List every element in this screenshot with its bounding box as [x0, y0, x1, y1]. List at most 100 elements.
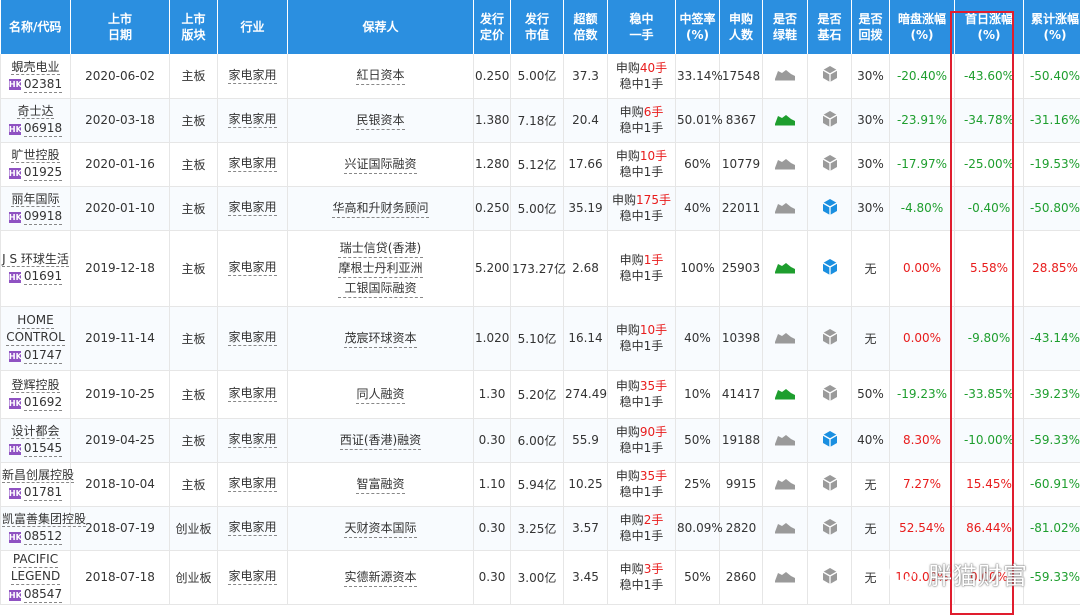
industry-link[interactable]: 家电家用 — [228, 112, 277, 128]
industry-cell[interactable]: 家电家用 — [217, 54, 288, 99]
industry-link[interactable]: 家电家用 — [228, 68, 277, 84]
industry-cell[interactable]: 家电家用 — [217, 306, 288, 371]
stock-code[interactable]: HK 01747 — [8, 348, 63, 364]
stock-name[interactable]: 蜆壳电业 — [2, 59, 69, 75]
stock-name-text[interactable]: 奇士达 — [17, 104, 54, 119]
industry-cell[interactable]: 家电家用 — [217, 550, 288, 605]
stock-code-number[interactable]: 08547 — [23, 587, 63, 603]
stock-name-text[interactable]: 凯富善集团控股 — [2, 512, 87, 527]
table-row[interactable]: HOME CONTROL HK 01747 2019-11-14 主板 家电家用 茂宸环球资本… — [0, 306, 1080, 371]
industry-cell[interactable]: 家电家用 — [217, 370, 288, 419]
stock-name-cell[interactable]: 蜆壳电业 HK 02381 — [0, 54, 71, 99]
stock-name-text[interactable]: J S 环球生活 — [2, 252, 69, 267]
column-header[interactable]: 上市 版块 — [169, 0, 218, 54]
industry-link[interactable]: 家电家用 — [228, 330, 277, 346]
sponsor-link[interactable]: 茂宸环球资本 — [344, 329, 417, 348]
sponsor-link[interactable]: 西证(香港)融资 — [339, 431, 422, 450]
column-header[interactable]: 首日涨幅 (%) — [954, 0, 1024, 54]
stock-code-number[interactable]: 01925 — [23, 165, 63, 181]
industry-link[interactable]: 家电家用 — [228, 386, 277, 402]
stock-code[interactable]: HK 01545 — [8, 441, 63, 457]
sponsor-link[interactable]: 华高和升财务顾问 — [332, 199, 429, 218]
stock-code-number[interactable]: 09918 — [23, 209, 63, 225]
stock-name-cell[interactable]: 旷世控股 HK 01925 — [0, 142, 71, 187]
industry-link[interactable]: 家电家用 — [228, 432, 277, 448]
industry-link[interactable]: 家电家用 — [228, 156, 277, 172]
stock-code-number[interactable]: 01691 — [23, 269, 63, 285]
column-header[interactable]: 稳中 一手 — [607, 0, 676, 54]
industry-cell[interactable]: 家电家用 — [217, 506, 288, 551]
column-header[interactable]: 是否 基石 — [807, 0, 852, 54]
sponsor-cell[interactable]: 实德新源资本 — [287, 550, 474, 605]
sponsor-cell[interactable]: 瑞士信贷(香港) 摩根士丹利亚洲 工银国际融资 — [287, 230, 474, 307]
table-row[interactable]: J S 环球生活 HK 01691 2019-12-18 主板 家电家用 瑞士信贷(香港) 摩… — [0, 230, 1080, 307]
column-header[interactable]: 名称/代码 — [0, 0, 71, 54]
column-header[interactable]: 超额 倍数 — [563, 0, 608, 54]
stock-name[interactable]: 新昌创展控股 — [2, 467, 75, 483]
industry-link[interactable]: 家电家用 — [228, 476, 277, 492]
industry-cell[interactable]: 家电家用 — [217, 418, 288, 463]
sponsor-cell[interactable]: 智富融资 — [287, 462, 474, 507]
sponsor-cell[interactable]: 紅日资本 — [287, 54, 474, 99]
industry-cell[interactable]: 家电家用 — [217, 462, 288, 507]
stock-name-text[interactable]: 丽年国际 — [11, 192, 60, 207]
sponsor-cell[interactable]: 西证(香港)融资 — [287, 418, 474, 463]
stock-name[interactable]: 旷世控股 — [2, 147, 69, 163]
stock-name-cell[interactable]: HOME CONTROL HK 01747 — [0, 306, 71, 371]
stock-name-cell[interactable]: 奇士达 HK 06918 — [0, 98, 71, 143]
stock-code-number[interactable]: 01545 — [23, 441, 63, 457]
table-row[interactable]: 奇士达 HK 06918 2020-03-18 主板 家电家用 民银资本 1.380 7.18亿… — [0, 98, 1080, 143]
stock-name-cell[interactable]: 丽年国际 HK 09918 — [0, 186, 71, 231]
sponsor-cell[interactable]: 民银资本 — [287, 98, 474, 143]
stock-name[interactable]: HOME CONTROL — [2, 312, 69, 346]
stock-code[interactable]: HK 08547 — [8, 587, 63, 603]
column-header[interactable]: 是否 绿鞋 — [762, 0, 808, 54]
column-header[interactable]: 累计涨幅 (%) — [1023, 0, 1080, 54]
sponsor-cell[interactable]: 天财资本国际 — [287, 506, 474, 551]
stock-name[interactable]: 奇士达 — [2, 103, 69, 119]
column-header[interactable]: 行业 — [217, 0, 288, 54]
table-row[interactable]: 丽年国际 HK 09918 2020-01-10 主板 家电家用 华高和升财务顾问 0.250… — [0, 186, 1080, 231]
stock-name[interactable]: 登辉控股 — [2, 377, 69, 393]
industry-link[interactable]: 家电家用 — [228, 200, 277, 216]
stock-name-cell[interactable]: 登辉控股 HK 01692 — [0, 370, 71, 419]
sponsor-link[interactable]: 实德新源资本 — [344, 568, 417, 587]
stock-name-line[interactable]: LEGEND — [10, 568, 61, 585]
industry-link[interactable]: 家电家用 — [228, 520, 277, 536]
stock-code[interactable]: HK 01692 — [8, 395, 63, 411]
stock-code-number[interactable]: 01747 — [23, 348, 63, 364]
stock-code-number[interactable]: 06918 — [23, 121, 63, 137]
sponsor-link[interactable]: 工银国际融资 — [338, 279, 423, 298]
industry-cell[interactable]: 家电家用 — [217, 230, 288, 307]
column-header[interactable]: 是否 回拨 — [851, 0, 890, 54]
stock-code[interactable]: HK 01925 — [8, 165, 63, 181]
stock-name-cell[interactable]: 设计都会 HK 01545 — [0, 418, 71, 463]
stock-code[interactable]: HK 01691 — [8, 269, 63, 285]
sponsor-cell[interactable]: 同人融资 — [287, 370, 474, 419]
column-header[interactable]: 保荐人 — [287, 0, 474, 54]
stock-name[interactable]: PACIFIC LEGEND — [2, 551, 69, 585]
column-header[interactable]: 发行 市值 — [510, 0, 564, 54]
stock-name-text[interactable]: 蜆壳电业 — [11, 59, 60, 75]
industry-cell[interactable]: 家电家用 — [217, 142, 288, 187]
stock-name-text[interactable]: 旷世控股 — [11, 148, 60, 163]
sponsor-cell[interactable]: 兴证国际融资 — [287, 142, 474, 187]
sponsor-cell[interactable]: 华高和升财务顾问 — [287, 186, 474, 231]
stock-name-text[interactable]: 新昌创展控股 — [2, 468, 75, 483]
table-row[interactable]: 旷世控股 HK 01925 2020-01-16 主板 家电家用 兴证国际融资 1.280 5.… — [0, 142, 1080, 187]
stock-name[interactable]: 设计都会 — [2, 423, 69, 439]
column-header[interactable]: 上市 日期 — [70, 0, 170, 54]
stock-code-number[interactable]: 01781 — [23, 485, 63, 501]
column-header[interactable]: 中签率 (%) — [675, 0, 720, 54]
stock-name-text[interactable]: 登辉控股 — [11, 378, 60, 393]
stock-name-line[interactable]: CONTROL — [6, 329, 65, 346]
industry-link[interactable]: 家电家用 — [228, 569, 277, 585]
table-row[interactable]: 设计都会 HK 01545 2019-04-25 主板 家电家用 西证(香港)融资 0.30 6… — [0, 418, 1080, 463]
stock-name-text[interactable]: 设计都会 — [11, 424, 60, 439]
stock-code-number[interactable]: 02381 — [23, 77, 63, 93]
stock-name-cell[interactable]: 新昌创展控股 HK 01781 — [0, 462, 75, 507]
stock-name[interactable]: J S 环球生活 — [2, 251, 69, 267]
column-header[interactable]: 暗盘涨幅 (%) — [889, 0, 955, 54]
column-header[interactable]: 申购 人数 — [719, 0, 763, 54]
stock-code[interactable]: HK 02381 — [8, 77, 63, 93]
